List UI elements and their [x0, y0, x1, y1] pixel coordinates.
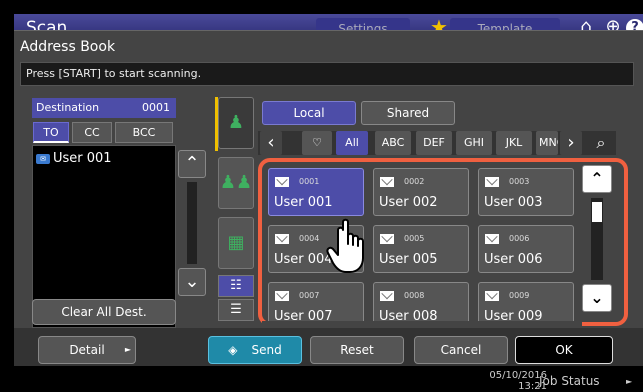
envelope-icon: [380, 177, 394, 187]
envelope-icon: [275, 234, 289, 244]
index-abc[interactable]: ABC: [375, 131, 411, 155]
contact-name: User 004: [274, 252, 333, 267]
envelope-icon: [485, 291, 499, 301]
envelope-icon: [485, 234, 499, 244]
destination-scroll-track[interactable]: [187, 182, 197, 264]
grid-scroll-down-button[interactable]: ⌄: [582, 284, 612, 312]
list-view-button[interactable]: ☰: [218, 299, 254, 321]
destination-scroll-up-button[interactable]: ⌃: [178, 150, 206, 178]
email-destination-icon: ✉: [36, 154, 50, 164]
person-icon: ♟: [227, 112, 245, 133]
contact-card[interactable]: 0002 User 002: [373, 168, 469, 216]
favorite-heart-icon[interactable]: ♡: [302, 131, 332, 155]
grid-view-button[interactable]: ☷: [218, 275, 254, 297]
destination-label: Destination: [36, 101, 100, 114]
message-bar: Press [START] to start scanning.: [20, 62, 634, 86]
cancel-button[interactable]: Cancel: [414, 336, 508, 364]
grid-scroll-thumb[interactable]: [592, 202, 602, 222]
arrow-right-icon: ►: [626, 377, 633, 386]
contact-card[interactable]: 0001 User 001: [268, 168, 364, 216]
mode-contact-button[interactable]: ♟: [218, 97, 254, 149]
contact-number: 0003: [509, 177, 530, 186]
destination-item[interactable]: ✉ User 001: [33, 146, 175, 172]
contact-number: 0001: [299, 177, 320, 186]
contact-number: 0002: [404, 177, 425, 186]
keypad-icon: ▦: [227, 232, 245, 253]
tab-to[interactable]: TO: [33, 122, 69, 143]
send-label: Send: [251, 343, 282, 357]
hand-pointer-icon: [326, 218, 364, 273]
date-text: 05/10/2016: [489, 370, 547, 381]
destination-item-label: User 001: [53, 151, 112, 166]
contact-name: User 001: [274, 195, 333, 210]
envelope-icon: [380, 291, 394, 301]
index-ghi[interactable]: GHI: [456, 131, 492, 155]
contact-number: 0008: [404, 291, 425, 300]
contact-name: User 005: [379, 252, 438, 267]
local-tab[interactable]: Local: [262, 101, 356, 125]
grid-view-icon: ☷: [230, 278, 242, 293]
contact-name: User 006: [484, 252, 543, 267]
message-text: Press [START] to start scanning.: [26, 67, 202, 80]
contact-card[interactable]: 0006 User 006: [478, 225, 574, 273]
detail-label: Detail: [69, 343, 105, 357]
index-mno[interactable]: MNO: [536, 131, 558, 155]
contact-card[interactable]: 0003 User 003: [478, 168, 574, 216]
index-all[interactable]: All: [336, 131, 368, 155]
envelope-icon: [380, 234, 394, 244]
destination-scroll-down-button[interactable]: ⌄: [178, 268, 206, 296]
search-icon[interactable]: ⌕: [586, 131, 616, 155]
contact-number: 0004: [299, 234, 320, 243]
contact-number: 0006: [509, 234, 530, 243]
envelope-icon: [275, 291, 289, 301]
detail-button[interactable]: Detail ►: [38, 336, 136, 364]
screen-frame: Scan Settings ★ Template ⌂ ⊕ ? Address B…: [0, 0, 643, 392]
list-view-icon: ☰: [230, 302, 242, 317]
tab-cc[interactable]: CC: [72, 122, 112, 143]
index-jkl[interactable]: JKL: [496, 131, 532, 155]
contact-card[interactable]: 0005 User 005: [373, 225, 469, 273]
clear-all-destinations-button[interactable]: Clear All Dest.: [32, 299, 176, 325]
time-text: 13:21: [518, 381, 547, 392]
destination-count: 0001: [142, 101, 170, 114]
grid-scroll-up-button[interactable]: ⌃: [582, 165, 612, 193]
envelope-icon: [485, 177, 499, 187]
shared-tab[interactable]: Shared: [361, 101, 455, 125]
panel-title: Address Book: [20, 39, 116, 55]
index-prev-icon[interactable]: ‹: [260, 131, 282, 155]
tab-bcc[interactable]: BCC: [115, 122, 173, 143]
job-status-button[interactable]: Job Status: [539, 373, 600, 389]
contact-number: 0005: [404, 234, 425, 243]
arrow-right-icon: ►: [124, 345, 131, 354]
contact-name: User 002: [379, 195, 438, 210]
index-def[interactable]: DEF: [416, 131, 452, 155]
contact-number: 0007: [299, 291, 320, 300]
reset-button[interactable]: Reset: [310, 336, 404, 364]
ok-button[interactable]: OK: [515, 336, 613, 364]
date-time: 05/10/2016 13:21: [484, 370, 547, 392]
group-icon: ♟♟: [219, 172, 253, 193]
contact-name: User 003: [484, 195, 543, 210]
send-button[interactable]: ◈ Send: [208, 336, 302, 364]
destination-header: Destination 0001: [32, 98, 176, 118]
contact-number: 0009: [509, 291, 530, 300]
mode-group-button[interactable]: ♟♟: [218, 157, 254, 209]
envelope-icon: [275, 177, 289, 187]
index-next-icon[interactable]: ›: [560, 131, 582, 155]
send-icon: ◈: [228, 343, 238, 357]
mode-keypad-button[interactable]: ▦: [218, 217, 254, 269]
